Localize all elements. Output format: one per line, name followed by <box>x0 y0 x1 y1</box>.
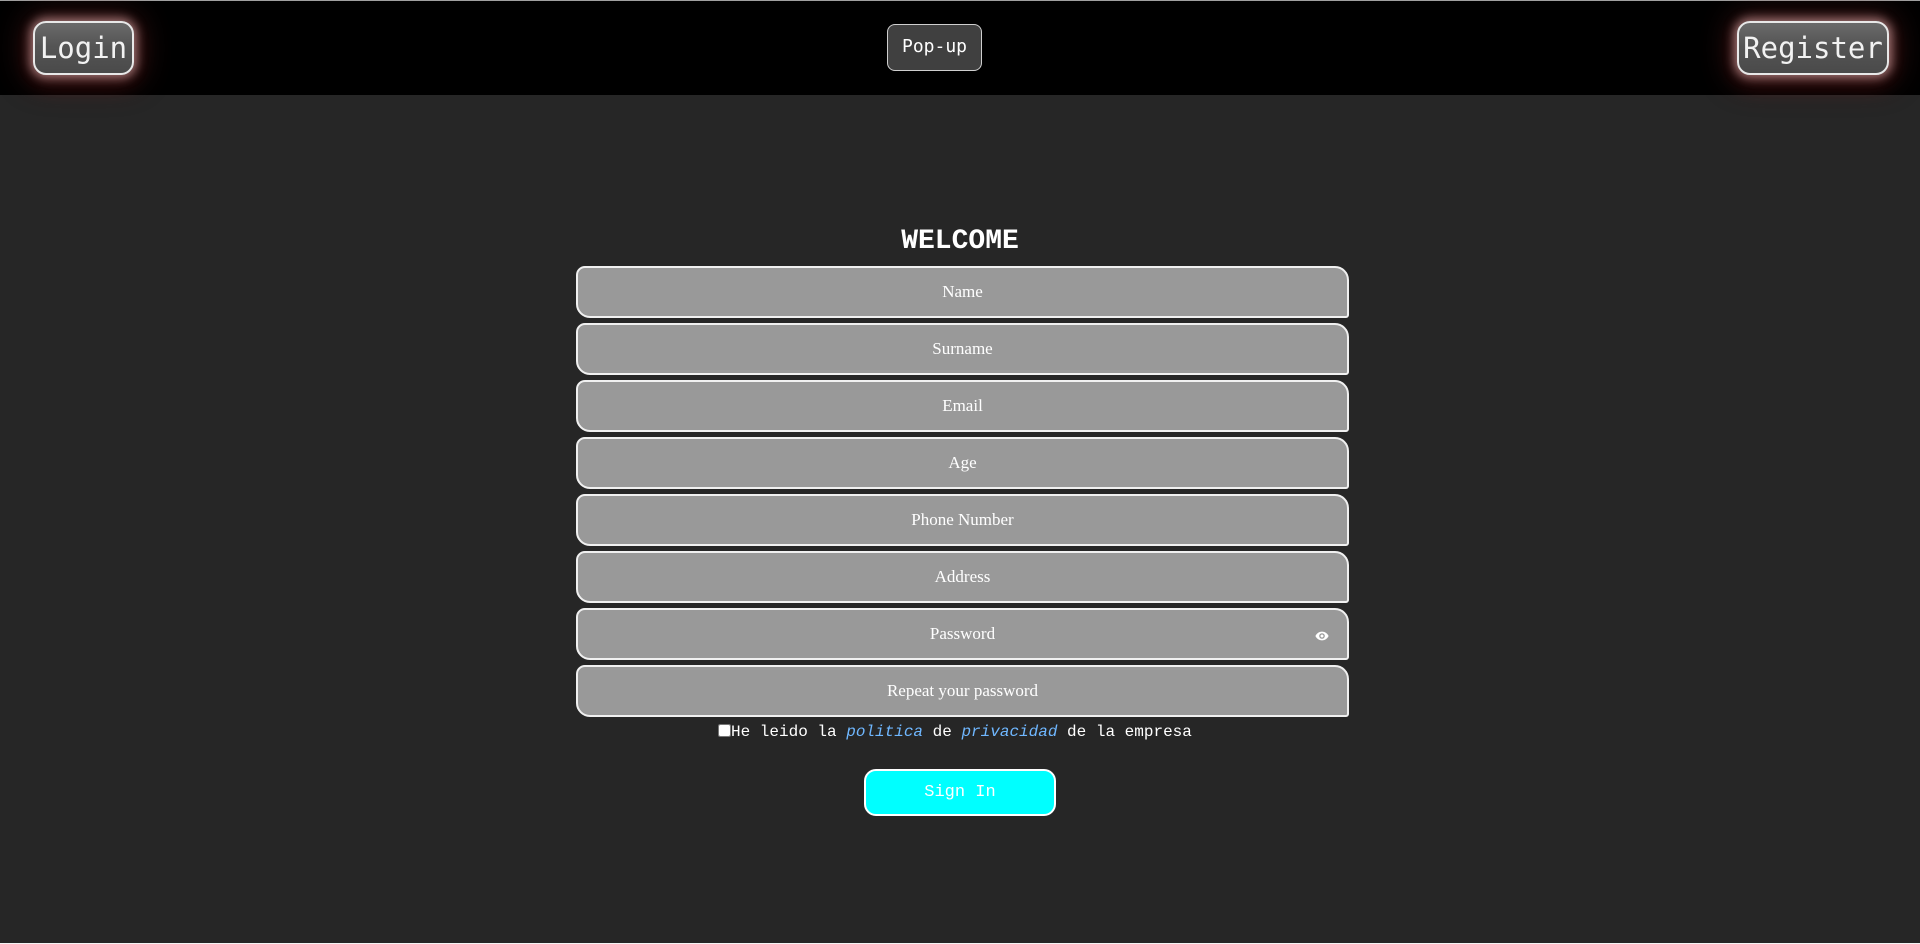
privacy-consent: He leido la politica de privacidad de la… <box>718 722 1192 742</box>
form-title: WELCOME <box>901 226 1019 257</box>
repeat-password-field[interactable] <box>576 665 1349 717</box>
age-field[interactable] <box>576 437 1349 489</box>
eye-icon[interactable] <box>1315 629 1329 643</box>
privacy-link[interactable]: privacidad <box>961 723 1057 741</box>
privacy-policy-link[interactable]: politica <box>846 723 923 741</box>
popup-button[interactable]: Pop-up <box>887 24 982 71</box>
login-button[interactable]: Login <box>33 21 134 75</box>
privacy-checkbox[interactable] <box>718 724 731 737</box>
surname-field[interactable] <box>576 323 1349 375</box>
sign-in-button[interactable]: Sign In <box>864 769 1056 816</box>
register-page: Login Pop-up Register WELCOME He leido l… <box>0 0 1920 944</box>
password-field[interactable] <box>576 608 1349 660</box>
address-field[interactable] <box>576 551 1349 603</box>
privacy-text-1: He leido la <box>731 723 847 741</box>
name-field[interactable] <box>576 266 1349 318</box>
phone-number-field[interactable] <box>576 494 1349 546</box>
email-field[interactable] <box>576 380 1349 432</box>
register-button[interactable]: Register <box>1737 21 1889 75</box>
top-navigation-bar: Login Pop-up Register <box>0 1 1920 95</box>
privacy-text-3: de la empresa <box>1057 723 1192 741</box>
privacy-text-2: de <box>923 723 962 741</box>
